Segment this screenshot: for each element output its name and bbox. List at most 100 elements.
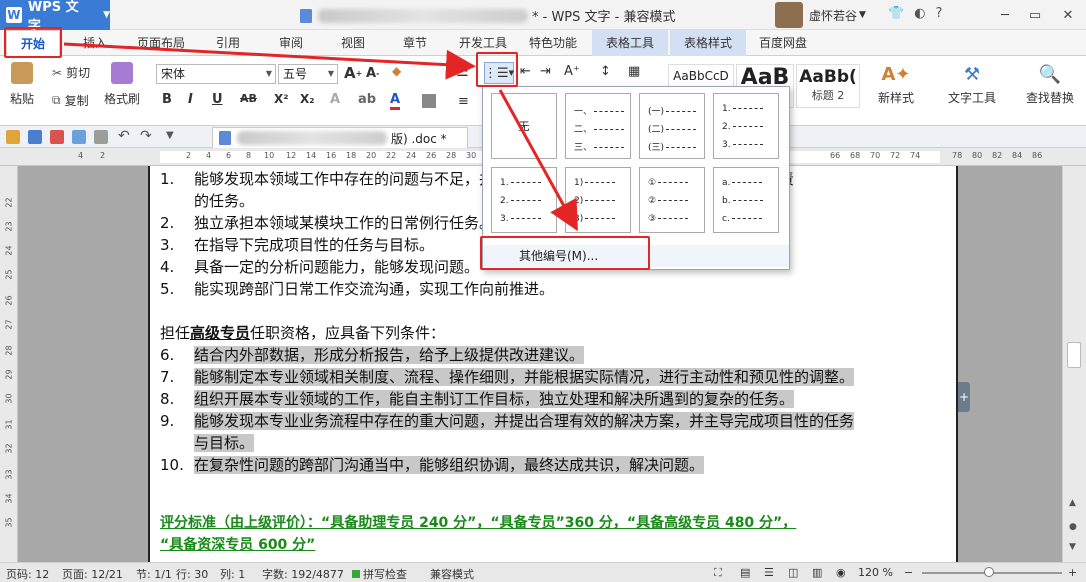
style-h2-label: 标题 2: [811, 89, 845, 102]
font-color-icon[interactable]: A: [390, 92, 401, 110]
restore-icon[interactable]: ▭: [1020, 0, 1050, 30]
strikethrough-icon[interactable]: AB: [240, 92, 257, 105]
increase-indent-icon[interactable]: ⇥: [540, 64, 551, 79]
document-icon: [300, 8, 312, 23]
char-shading-icon[interactable]: [422, 94, 436, 108]
chinese-layout-icon[interactable]: A⁺: [564, 64, 580, 79]
pdf-icon[interactable]: [50, 130, 64, 144]
user-account[interactable]: 虚怀若谷 ▼: [775, 2, 866, 28]
zoom-slider-handle[interactable]: [984, 567, 994, 577]
preview-icon[interactable]: [94, 130, 108, 144]
minimize-icon[interactable]: ─: [990, 0, 1020, 30]
tab-view[interactable]: 视图: [328, 30, 378, 56]
vertical-scrollbar[interactable]: ▲ ● ▼: [1062, 166, 1086, 562]
save-icon[interactable]: [28, 130, 42, 144]
side-panel-toggle[interactable]: +: [958, 382, 970, 412]
numbering-style-paren[interactable]: 1) 2) 3): [565, 167, 631, 233]
zoom-in-icon[interactable]: +: [1068, 566, 1077, 579]
status-pages[interactable]: 页面: 12/21: [62, 566, 123, 582]
italic-icon[interactable]: I: [188, 92, 193, 107]
tab-features[interactable]: 特色功能: [522, 30, 584, 56]
status-bar: 页码: 12 页面: 12/21 节: 1/1 行: 30 列: 1 字数: 1…: [0, 562, 1086, 582]
tab-references[interactable]: 引用: [204, 30, 252, 56]
new-style-button[interactable]: A✦ 新样式: [878, 64, 914, 106]
more-numbering-menu-item[interactable]: 其他编号(M)...: [483, 245, 789, 267]
numbered-list-button[interactable]: ⋮☰ ▼: [484, 62, 514, 84]
paste-button[interactable]: 粘贴: [10, 62, 34, 107]
underline-icon[interactable]: U: [212, 92, 223, 107]
decrease-indent-icon[interactable]: ⇤: [520, 64, 531, 79]
find-replace-button[interactable]: 🔍 查找替换: [1026, 64, 1074, 106]
align-left-icon[interactable]: ≡: [458, 94, 469, 109]
outline-view-icon[interactable]: ☰: [764, 566, 774, 579]
numbering-style-arabic[interactable]: 1. 2. 3.: [713, 93, 779, 159]
highlight-icon[interactable]: ab: [358, 92, 376, 107]
numbering-style-alpha[interactable]: a. b. c.: [713, 167, 779, 233]
copy-button[interactable]: ⧉ 复制: [52, 92, 89, 109]
sort-icon[interactable]: ↕: [600, 64, 611, 79]
cut-button[interactable]: ✂ 剪切: [52, 64, 90, 81]
numbering-none[interactable]: 无: [491, 93, 557, 159]
tab-table-tools[interactable]: 表格工具: [592, 30, 668, 56]
chevron-down-icon: ▼: [103, 10, 110, 20]
document-tab[interactable]: 版) .doc *: [212, 127, 468, 148]
app-menu-button[interactable]: W WPS 文字 ▼: [0, 0, 110, 34]
status-column: 列: 1: [220, 568, 246, 581]
web-view-icon[interactable]: ◫: [788, 566, 798, 579]
bold-icon[interactable]: B: [162, 92, 172, 107]
bullet-list-icon[interactable]: ☰: [456, 64, 469, 80]
next-page-icon[interactable]: ▼: [1069, 542, 1076, 552]
superscript-icon[interactable]: X²: [274, 92, 289, 106]
status-row: 行: 30: [176, 568, 209, 581]
spell-check-status[interactable]: 拼写检查: [352, 566, 407, 582]
print-icon[interactable]: [72, 130, 86, 144]
close-icon[interactable]: ✕: [1050, 0, 1086, 30]
help-icon[interactable]: ?: [936, 6, 943, 21]
tab-home[interactable]: 开始: [6, 30, 60, 56]
skin-icon[interactable]: ◐: [914, 6, 925, 21]
numbering-style-paren-chinese[interactable]: (一) (二) (三): [639, 93, 705, 159]
font-name-combo[interactable]: 宋体 ▼: [156, 64, 276, 84]
numbering-style-circled[interactable]: ① ② ③: [639, 167, 705, 233]
numbering-style-arabic-2[interactable]: 1. 2. 3.: [491, 167, 557, 233]
status-word-count[interactable]: 字数: 192/4877: [262, 566, 344, 582]
select-browse-icon[interactable]: ●: [1069, 522, 1077, 532]
app-menu-label: WPS 文字: [27, 0, 79, 34]
text-effect-icon[interactable]: A: [330, 92, 340, 107]
fullscreen-icon[interactable]: ⛶: [714, 566, 722, 580]
subscript-icon[interactable]: X₂: [300, 92, 315, 106]
clear-format-icon[interactable]: ◆: [392, 64, 401, 78]
text-tools-button[interactable]: ⚒ 文字工具: [948, 64, 996, 106]
zoom-level[interactable]: 120 %: [858, 566, 893, 579]
shirt-icon[interactable]: 👕: [888, 6, 904, 21]
page-view-icon[interactable]: ▤: [740, 566, 750, 579]
open-folder-icon[interactable]: [6, 130, 20, 144]
cut-label: 剪切: [66, 66, 91, 80]
redo-icon[interactable]: ↷: [140, 128, 152, 144]
format-painter-button[interactable]: 格式刷: [104, 62, 140, 107]
list-item: 10. 在复杂性问题的跨部门沟通当中，能够组织协调，最终达成共识，解决问题。: [160, 456, 705, 474]
tab-chapter[interactable]: 章节: [390, 30, 440, 56]
zoom-out-icon[interactable]: −: [904, 566, 913, 579]
prev-page-icon[interactable]: ▲: [1069, 498, 1076, 508]
grow-font-icon[interactable]: A +: [344, 64, 362, 82]
table-border-icon[interactable]: ▦: [628, 64, 640, 79]
reading-view-icon[interactable]: ▥: [812, 566, 822, 579]
numbering-style-chinese[interactable]: 一、 二、 三、: [565, 93, 631, 159]
tab-developer[interactable]: 开发工具: [452, 30, 514, 56]
font-size-combo[interactable]: 五号 ▼: [278, 64, 338, 84]
tab-page-layout[interactable]: 页面布局: [128, 30, 194, 56]
chevron-down-icon[interactable]: ▼: [166, 130, 174, 141]
tab-review[interactable]: 审阅: [266, 30, 316, 56]
tab-table-styles[interactable]: 表格样式: [670, 30, 746, 56]
style-heading-2[interactable]: AaBb( 标题 2: [796, 64, 860, 108]
undo-icon[interactable]: ↶: [118, 128, 130, 144]
eye-icon[interactable]: ◉: [836, 566, 846, 579]
scrollbar-thumb[interactable]: [1067, 342, 1081, 368]
tab-baidu-netdisk[interactable]: 百度网盘: [750, 30, 816, 56]
status-page-number[interactable]: 页码: 12: [6, 566, 49, 582]
list-item: 6. 结合内外部数据，形成分析报告，给予上级提供改进建议。: [160, 346, 585, 364]
shrink-font-icon[interactable]: A-: [366, 66, 379, 81]
tab-insert[interactable]: 插入: [70, 30, 120, 56]
window-title: * - WPS 文字 - 兼容模式: [300, 6, 676, 25]
